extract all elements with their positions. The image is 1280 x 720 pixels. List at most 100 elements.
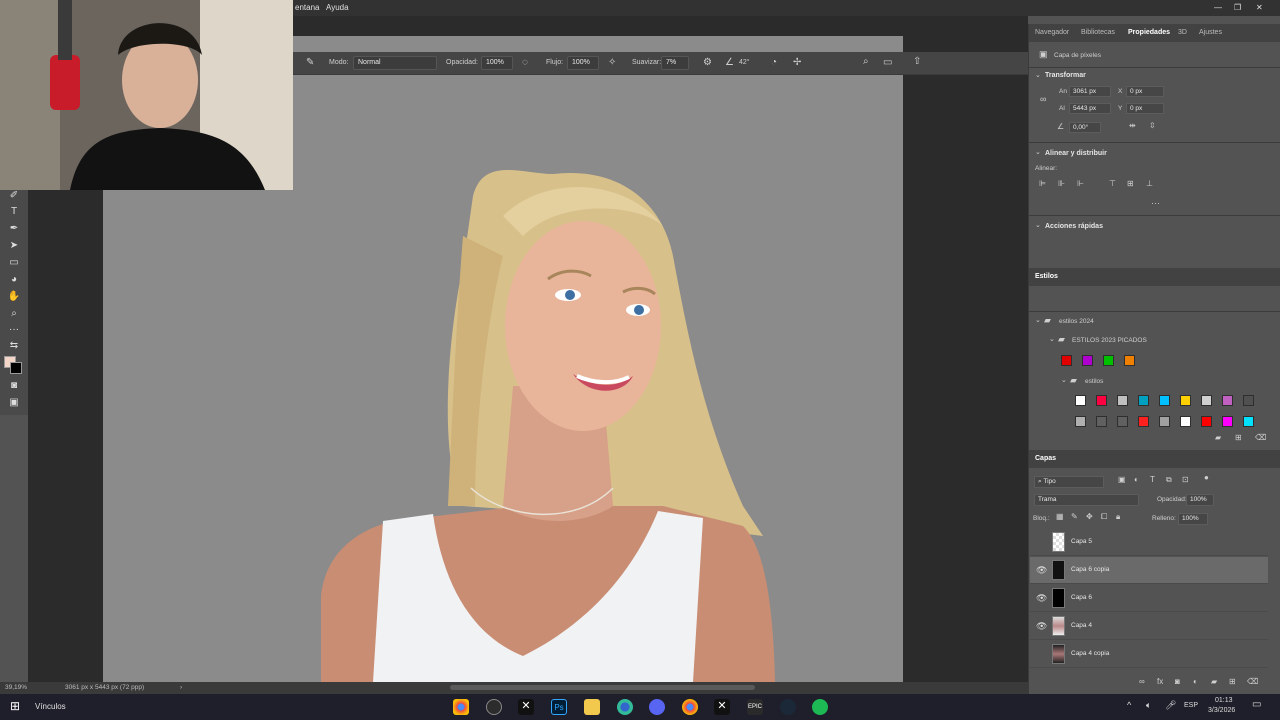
- screen-mode-icon[interactable]: ▣: [6, 397, 22, 411]
- adjustment-icon[interactable]: ◐: [1193, 678, 1198, 686]
- microphone-icon[interactable]: 🎤︎: [1165, 700, 1176, 711]
- styles-group-name[interactable]: estilos 2024: [1059, 318, 1094, 325]
- trash-icon[interactable]: ⌫: [1247, 678, 1258, 686]
- style-swatch[interactable]: [1138, 395, 1149, 406]
- mode-select[interactable]: Normal: [353, 56, 437, 70]
- height-field[interactable]: 5443 px: [1069, 103, 1111, 114]
- new-layer-icon[interactable]: ⊞: [1229, 678, 1236, 686]
- rectangle-tool-icon[interactable]: ▭: [6, 257, 22, 271]
- horizontal-scrollbar[interactable]: [450, 685, 755, 690]
- filter-toggle-icon[interactable]: ●: [1204, 474, 1209, 482]
- style-swatch[interactable]: [1180, 416, 1191, 427]
- link-icon[interactable]: ∞: [1040, 95, 1046, 104]
- pen-tool-icon[interactable]: ✒: [6, 223, 22, 237]
- eye-icon[interactable]: 👁︎: [1036, 621, 1047, 632]
- notifications-icon[interactable]: ▭: [1252, 699, 1261, 710]
- airbrush-icon[interactable]: ✧: [608, 58, 616, 68]
- filter-shape-icon[interactable]: ⧉: [1166, 476, 1172, 484]
- style-swatch[interactable]: [1117, 395, 1128, 406]
- fill-field[interactable]: 100%: [1178, 513, 1208, 525]
- tab-layers[interactable]: Capas: [1035, 455, 1056, 462]
- lock-pixels-icon[interactable]: ✎: [1071, 513, 1078, 521]
- chrome-icon[interactable]: [453, 699, 469, 715]
- new-group-icon[interactable]: ▰: [1215, 434, 1221, 442]
- tab-styles[interactable]: Estilos: [1035, 273, 1058, 280]
- collapse-icon[interactable]: ⌄: [1035, 149, 1041, 156]
- discord-icon[interactable]: [649, 699, 665, 715]
- eye-icon[interactable]: 👁︎: [1036, 593, 1047, 604]
- eye-icon[interactable]: 👁︎: [1036, 565, 1047, 576]
- search-icon[interactable]: ⌕: [863, 57, 869, 67]
- filter-type-icon[interactable]: T: [1150, 476, 1155, 484]
- style-swatch[interactable]: [1159, 416, 1170, 427]
- layer-row[interactable]: 👁︎ Capa 6: [1030, 585, 1268, 612]
- speaker-icon[interactable]: 🔈︎: [1146, 700, 1151, 711]
- rotate-view-icon[interactable]: ◕: [6, 274, 22, 288]
- layer-row[interactable]: 👁︎ Capa 6 copia: [1030, 557, 1268, 584]
- link-layers-icon[interactable]: ∞: [1139, 678, 1145, 686]
- layer-row[interactable]: Capa 4 copia: [1030, 641, 1268, 668]
- obs-icon[interactable]: [486, 699, 502, 715]
- align-bottom-icon[interactable]: ⊥: [1146, 180, 1153, 188]
- styles-subfolder-name[interactable]: estilos: [1085, 378, 1103, 385]
- lock-all-icon[interactable]: 🔒︎: [1116, 513, 1120, 521]
- zoom-tool-icon[interactable]: ⌕: [6, 308, 22, 322]
- tab-properties[interactable]: Propiedades: [1128, 29, 1170, 36]
- style-swatch[interactable]: [1159, 395, 1170, 406]
- collapse-icon[interactable]: ⌄: [1035, 317, 1041, 324]
- align-right-icon[interactable]: ⊩: [1077, 180, 1084, 188]
- style-swatch[interactable]: [1117, 416, 1128, 427]
- style-swatch[interactable]: [1075, 395, 1086, 406]
- new-style-icon[interactable]: ⊞: [1235, 434, 1242, 442]
- workspace-icon[interactable]: ▭: [883, 58, 892, 68]
- clock-time[interactable]: 01:13: [1215, 697, 1233, 704]
- language-indicator[interactable]: ESP: [1184, 702, 1198, 709]
- collapse-icon[interactable]: ⌄: [1035, 222, 1041, 229]
- restore-icon[interactable]: ❐: [1234, 3, 1241, 12]
- close-icon[interactable]: ✕: [1256, 3, 1263, 12]
- filter-adjust-icon[interactable]: ◐: [1134, 476, 1139, 484]
- clock-date[interactable]: 3/3/2026: [1208, 707, 1235, 714]
- capcut-icon[interactable]: ✕: [518, 699, 534, 715]
- more-tools-icon[interactable]: ···: [6, 324, 22, 338]
- new-group-icon[interactable]: ▰: [1211, 678, 1217, 686]
- tab-3d[interactable]: 3D: [1178, 29, 1187, 36]
- y-field[interactable]: 0 px: [1126, 103, 1164, 114]
- background-color[interactable]: [10, 362, 22, 374]
- style-swatch[interactable]: [1201, 416, 1212, 427]
- spotify-icon[interactable]: [812, 699, 828, 715]
- filter-smart-icon[interactable]: ⊡: [1182, 476, 1189, 484]
- chevron-right-icon[interactable]: ›: [180, 684, 182, 691]
- path-select-icon[interactable]: ➤: [6, 240, 22, 254]
- zoom-level[interactable]: 39,19%: [5, 684, 27, 691]
- smoothing-field[interactable]: 7%: [661, 56, 689, 70]
- style-swatch[interactable]: [1138, 416, 1149, 427]
- align-middle-icon[interactable]: ⊞: [1127, 180, 1134, 188]
- layer-filter-select[interactable]: ⌕ Tipo: [1034, 476, 1104, 488]
- style-swatch[interactable]: [1222, 416, 1233, 427]
- align-center-h-icon[interactable]: ⊪: [1058, 180, 1065, 188]
- eraser-tool-icon[interactable]: ✐: [6, 190, 22, 204]
- lock-position-icon[interactable]: ✥: [1086, 513, 1093, 521]
- mask-icon[interactable]: ◙: [1175, 678, 1180, 686]
- style-swatch[interactable]: [1180, 395, 1191, 406]
- swap-colors-icon[interactable]: ⇆: [6, 340, 22, 354]
- steam-icon[interactable]: [780, 699, 796, 715]
- flip-vertical-icon[interactable]: ⇳: [1149, 122, 1156, 130]
- x-field[interactable]: 0 px: [1126, 86, 1164, 97]
- flip-horizontal-icon[interactable]: ⇹: [1129, 122, 1136, 130]
- style-swatch[interactable]: [1082, 355, 1093, 366]
- epic-games-icon[interactable]: EPIC: [747, 699, 763, 715]
- align-title[interactable]: Alinear y distribuir: [1045, 150, 1107, 157]
- hand-tool-icon[interactable]: ✋: [6, 291, 22, 305]
- style-swatch[interactable]: [1124, 355, 1135, 366]
- style-swatch[interactable]: [1096, 395, 1107, 406]
- quick-actions-title[interactable]: Acciones rápidas: [1045, 223, 1103, 230]
- fx-icon[interactable]: fx: [1157, 678, 1163, 686]
- pressure-size-icon[interactable]: ◔: [771, 58, 777, 68]
- filter-pixel-icon[interactable]: ▣: [1118, 476, 1126, 484]
- tab-libraries[interactable]: Bibliotecas: [1081, 29, 1115, 36]
- style-swatch[interactable]: [1201, 395, 1212, 406]
- style-swatch[interactable]: [1103, 355, 1114, 366]
- chevron-up-icon[interactable]: ^: [1127, 700, 1131, 710]
